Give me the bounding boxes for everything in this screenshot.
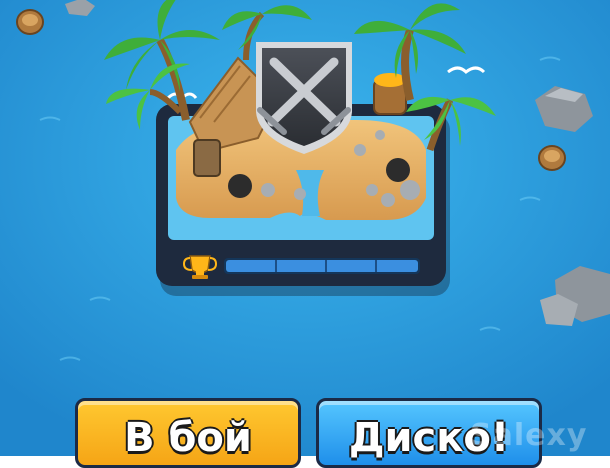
trophy-progress-bar xyxy=(224,258,420,274)
barrel-icon xyxy=(538,145,566,171)
barrel-icon xyxy=(16,9,44,35)
cannon-icon xyxy=(386,158,410,182)
gold-barrel-icon xyxy=(373,73,407,115)
cannon-icon xyxy=(228,174,252,198)
game-scene xyxy=(0,0,610,456)
battle-button[interactable]: В бой xyxy=(75,398,301,468)
tiki-totem-icon xyxy=(193,139,221,177)
watermark-text: Salexy xyxy=(470,418,588,453)
